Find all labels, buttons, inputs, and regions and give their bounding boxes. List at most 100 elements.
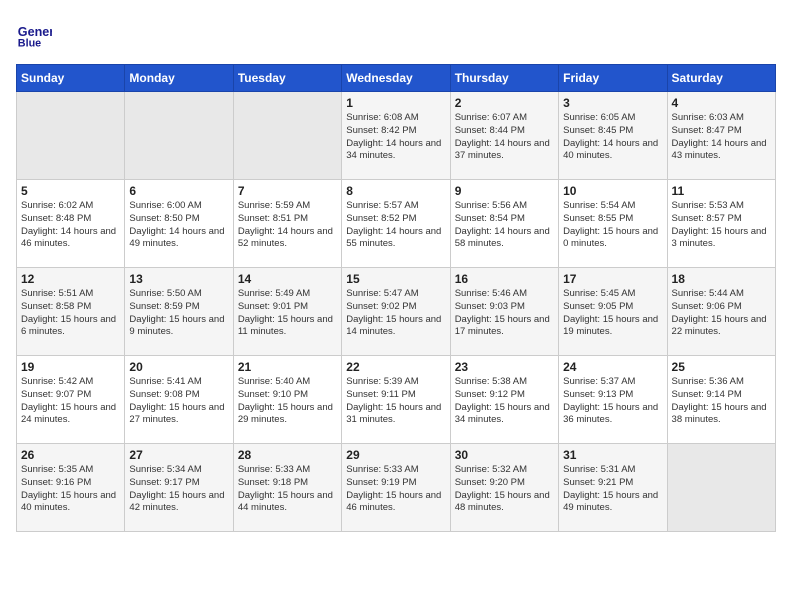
calendar-cell [125,92,233,180]
calendar-cell: 3 Sunrise: 6:05 AM Sunset: 8:45 PM Daylig… [559,92,667,180]
day-number: 19 [21,360,120,374]
day-number: 25 [672,360,771,374]
page-header: General Blue [16,16,776,52]
svg-text:General: General [18,25,52,39]
day-info: Sunrise: 6:03 AM Sunset: 8:47 PM Dayligh… [672,112,771,163]
logo: General Blue [16,16,56,52]
calendar-cell [233,92,341,180]
day-info: Sunrise: 5:51 AM Sunset: 8:58 PM Dayligh… [21,288,120,339]
day-number: 3 [563,96,662,110]
calendar-cell: 23Sunrise: 5:38 AM Sunset: 9:12 PM Dayli… [450,356,558,444]
day-info: Sunrise: 5:44 AM Sunset: 9:06 PM Dayligh… [672,288,771,339]
day-info: Sunrise: 5:56 AM Sunset: 8:54 PM Dayligh… [455,200,554,251]
day-number: 21 [238,360,337,374]
calendar-cell: 5Sunrise: 6:02 AM Sunset: 8:48 PM Daylig… [17,180,125,268]
day-number: 8 [346,184,445,198]
day-number: 17 [563,272,662,286]
day-info: Sunrise: 5:59 AM Sunset: 8:51 PM Dayligh… [238,200,337,251]
week-row-5: 26 Sunrise: 5:35 AM Sunset: 9:16 PM Dayli… [17,444,776,532]
calendar-cell: 8 Sunrise: 5:57 AM Sunset: 8:52 PM Daylig… [342,180,450,268]
day-info: Sunrise: 5:47 AM Sunset: 9:02 PM Dayligh… [346,288,445,339]
calendar-cell: 26 Sunrise: 5:35 AM Sunset: 9:16 PM Dayli… [17,444,125,532]
calendar-cell: 24Sunrise: 5:37 AM Sunset: 9:13 PM Dayli… [559,356,667,444]
day-info: Sunrise: 5:53 AM Sunset: 8:57 PM Dayligh… [672,200,771,251]
day-number: 16 [455,272,554,286]
day-info: Sunrise: 5:40 AM Sunset: 9:10 PM Dayligh… [238,376,337,427]
day-number: 5 [21,184,120,198]
calendar-cell: 16 Sunrise: 5:46 AM Sunset: 9:03 PM Dayli… [450,268,558,356]
day-number: 14 [238,272,337,286]
calendar-cell: 20 Sunrise: 5:41 AM Sunset: 9:08 PM Dayli… [125,356,233,444]
header-row: SundayMondayTuesdayWednesdayThursdayFrid… [17,65,776,92]
day-info: Sunrise: 5:46 AM Sunset: 9:03 PM Dayligh… [455,288,554,339]
day-number: 20 [129,360,228,374]
week-row-3: 12 Sunrise: 5:51 AM Sunset: 8:58 PM Dayli… [17,268,776,356]
header-day-tuesday: Tuesday [233,65,341,92]
calendar-cell: 14 Sunrise: 5:49 AM Sunset: 9:01 PM Dayli… [233,268,341,356]
week-row-1: 1 Sunrise: 6:08 AM Sunset: 8:42 PM Daylig… [17,92,776,180]
week-row-2: 5Sunrise: 6:02 AM Sunset: 8:48 PM Daylig… [17,180,776,268]
calendar-cell: 15 Sunrise: 5:47 AM Sunset: 9:02 PM Dayli… [342,268,450,356]
day-number: 26 [21,448,120,462]
day-info: Sunrise: 5:35 AM Sunset: 9:16 PM Dayligh… [21,464,120,515]
header-day-saturday: Saturday [667,65,775,92]
calendar-header: SundayMondayTuesdayWednesdayThursdayFrid… [17,65,776,92]
day-number: 15 [346,272,445,286]
calendar-table: SundayMondayTuesdayWednesdayThursdayFrid… [16,64,776,532]
day-info: Sunrise: 5:33 AM Sunset: 9:19 PM Dayligh… [346,464,445,515]
svg-text:Blue: Blue [18,38,41,50]
day-number: 2 [455,96,554,110]
day-info: Sunrise: 5:49 AM Sunset: 9:01 PM Dayligh… [238,288,337,339]
day-info: Sunrise: 6:05 AM Sunset: 8:45 PM Dayligh… [563,112,662,163]
day-info: Sunrise: 6:07 AM Sunset: 8:44 PM Dayligh… [455,112,554,163]
calendar-cell: 11 Sunrise: 5:53 AM Sunset: 8:57 PM Dayli… [667,180,775,268]
day-info: Sunrise: 5:33 AM Sunset: 9:18 PM Dayligh… [238,464,337,515]
day-info: Sunrise: 5:42 AM Sunset: 9:07 PM Dayligh… [21,376,120,427]
day-number: 18 [672,272,771,286]
day-info: Sunrise: 5:32 AM Sunset: 9:20 PM Dayligh… [455,464,554,515]
calendar-cell: 22Sunrise: 5:39 AM Sunset: 9:11 PM Dayli… [342,356,450,444]
week-row-4: 19 Sunrise: 5:42 AM Sunset: 9:07 PM Dayli… [17,356,776,444]
day-number: 12 [21,272,120,286]
calendar-cell: 10 Sunrise: 5:54 AM Sunset: 8:55 PM Dayli… [559,180,667,268]
day-number: 28 [238,448,337,462]
calendar-cell: 4 Sunrise: 6:03 AM Sunset: 8:47 PM Daylig… [667,92,775,180]
day-number: 1 [346,96,445,110]
day-info: Sunrise: 6:08 AM Sunset: 8:42 PM Dayligh… [346,112,445,163]
calendar-cell: 7Sunrise: 5:59 AM Sunset: 8:51 PM Daylig… [233,180,341,268]
calendar-cell: 27Sunrise: 5:34 AM Sunset: 9:17 PM Dayli… [125,444,233,532]
calendar-cell: 25 Sunrise: 5:36 AM Sunset: 9:14 PM Dayli… [667,356,775,444]
day-number: 23 [455,360,554,374]
day-info: Sunrise: 5:39 AM Sunset: 9:11 PM Dayligh… [346,376,445,427]
calendar-cell [667,444,775,532]
day-number: 30 [455,448,554,462]
day-number: 11 [672,184,771,198]
day-info: Sunrise: 5:36 AM Sunset: 9:14 PM Dayligh… [672,376,771,427]
day-number: 10 [563,184,662,198]
day-info: Sunrise: 5:34 AM Sunset: 9:17 PM Dayligh… [129,464,228,515]
day-info: Sunrise: 5:31 AM Sunset: 9:21 PM Dayligh… [563,464,662,515]
calendar-cell: 19 Sunrise: 5:42 AM Sunset: 9:07 PM Dayli… [17,356,125,444]
day-number: 29 [346,448,445,462]
day-info: Sunrise: 6:00 AM Sunset: 8:50 PM Dayligh… [129,200,228,251]
day-info: Sunrise: 5:54 AM Sunset: 8:55 PM Dayligh… [563,200,662,251]
calendar-cell: 21 Sunrise: 5:40 AM Sunset: 9:10 PM Dayli… [233,356,341,444]
day-info: Sunrise: 5:50 AM Sunset: 8:59 PM Dayligh… [129,288,228,339]
calendar-cell: 12 Sunrise: 5:51 AM Sunset: 8:58 PM Dayli… [17,268,125,356]
calendar-cell: 9Sunrise: 5:56 AM Sunset: 8:54 PM Daylig… [450,180,558,268]
day-number: 31 [563,448,662,462]
calendar-cell: 30 Sunrise: 5:32 AM Sunset: 9:20 PM Dayli… [450,444,558,532]
day-info: Sunrise: 5:57 AM Sunset: 8:52 PM Dayligh… [346,200,445,251]
calendar-body: 1 Sunrise: 6:08 AM Sunset: 8:42 PM Daylig… [17,92,776,532]
logo-icon: General Blue [16,16,52,52]
header-day-friday: Friday [559,65,667,92]
calendar-cell: 6Sunrise: 6:00 AM Sunset: 8:50 PM Daylig… [125,180,233,268]
calendar-cell: 2 Sunrise: 6:07 AM Sunset: 8:44 PM Daylig… [450,92,558,180]
header-day-thursday: Thursday [450,65,558,92]
day-info: Sunrise: 5:45 AM Sunset: 9:05 PM Dayligh… [563,288,662,339]
header-day-sunday: Sunday [17,65,125,92]
day-info: Sunrise: 5:41 AM Sunset: 9:08 PM Dayligh… [129,376,228,427]
calendar-cell: 17 Sunrise: 5:45 AM Sunset: 9:05 PM Dayli… [559,268,667,356]
day-number: 4 [672,96,771,110]
calendar-cell: 13Sunrise: 5:50 AM Sunset: 8:59 PM Dayli… [125,268,233,356]
